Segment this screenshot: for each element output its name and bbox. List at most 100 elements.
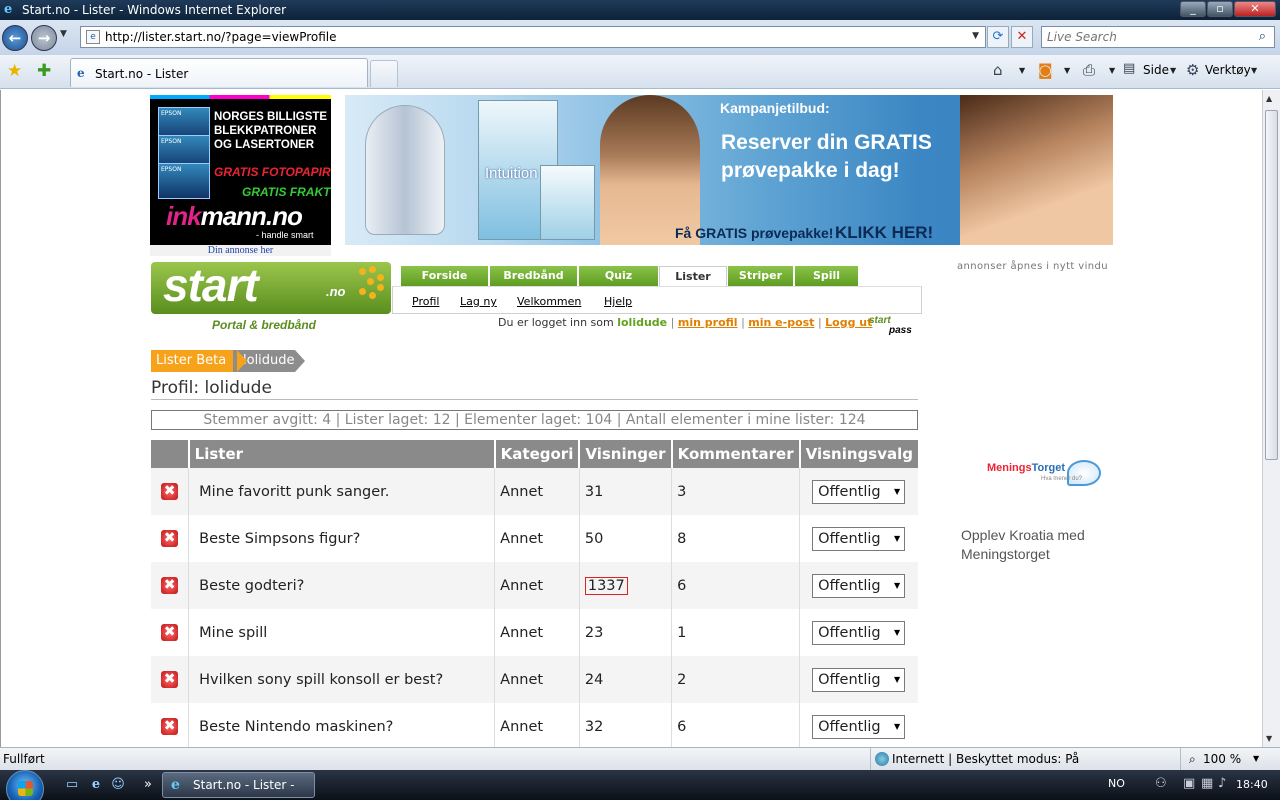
subnav-lag-ny[interactable]: Lag ny bbox=[460, 295, 497, 308]
search-box[interactable]: ⌕ bbox=[1041, 26, 1275, 48]
search-icon[interactable]: ⌕ bbox=[1259, 29, 1266, 44]
delete-icon[interactable]: ✖ bbox=[161, 530, 179, 547]
my-email-link[interactable]: min e-post bbox=[748, 316, 814, 329]
delete-icon[interactable]: ✖ bbox=[161, 483, 179, 500]
delete-icon[interactable]: ✖ bbox=[161, 718, 179, 735]
zoom-control[interactable]: ⌕ 100 % ▼ bbox=[1180, 748, 1280, 770]
address-field[interactable]: e http://lister.start.no/?page=viewProfi… bbox=[80, 26, 986, 48]
tab-quiz[interactable]: Quiz bbox=[579, 266, 659, 286]
visibility-select[interactable]: Offentlig ▼ bbox=[812, 573, 906, 598]
logout-link[interactable]: Logg ut bbox=[825, 316, 872, 329]
search-input[interactable] bbox=[1047, 28, 1247, 46]
logo-dot bbox=[369, 266, 376, 273]
url-text[interactable]: http://lister.start.no/?page=viewProfile bbox=[105, 30, 337, 44]
add-favorite-icon[interactable]: ✚ bbox=[37, 61, 51, 81]
delete-icon[interactable]: ✖ bbox=[161, 624, 179, 641]
stop-button[interactable]: ✕ bbox=[1011, 26, 1033, 48]
tab-bredband[interactable]: Bredbånd bbox=[490, 266, 578, 286]
table-row: ✖ Beste godteri? Annet 1337 6 Offentlig ▼ bbox=[151, 562, 918, 609]
list-name[interactable]: Mine favoritt punk sanger. bbox=[188, 468, 495, 515]
list-category: Annet bbox=[494, 515, 580, 562]
window-titlebar[interactable]: e Start.no - Lister - Windows Internet E… bbox=[0, 0, 1280, 20]
product-box-image-small bbox=[540, 165, 595, 240]
tools-gear-icon[interactable]: ⚙ bbox=[1186, 61, 1199, 79]
visibility-select[interactable]: Offentlig ▼ bbox=[812, 526, 906, 551]
tab-forside[interactable]: Forside bbox=[401, 266, 489, 286]
tools-menu[interactable]: Verktøy bbox=[1205, 63, 1251, 77]
inkmann-ad[interactable]: EPSON EPSON EPSON NORGES BILLIGSTE BLEKK… bbox=[150, 95, 331, 245]
print-dropdown-icon[interactable]: ▼ bbox=[1109, 66, 1115, 75]
minimize-button[interactable]: _ bbox=[1180, 1, 1206, 17]
scroll-thumb[interactable] bbox=[1265, 110, 1278, 460]
list-name[interactable]: Beste godteri? bbox=[188, 562, 495, 609]
network-icon[interactable]: ⚇ bbox=[1155, 776, 1167, 791]
home-icon[interactable]: ⌂ bbox=[993, 61, 1003, 79]
list-category: Annet bbox=[494, 468, 580, 515]
list-name[interactable]: Beste Simpsons figur? bbox=[188, 515, 495, 562]
visibility-select[interactable]: Offentlig ▼ bbox=[812, 667, 906, 692]
list-name[interactable]: Hvilken sony spill konsoll er best? bbox=[188, 656, 495, 703]
meningstorget-logo[interactable]: MeningsTorget bbox=[987, 462, 1065, 474]
volume-icon[interactable]: ♪ bbox=[1218, 776, 1226, 791]
address-dropdown-icon[interactable]: ▼ bbox=[972, 31, 979, 41]
windows-taskbar: ▭ e ☺ » e Start.no - Lister - Wi... NO ⚇… bbox=[0, 770, 1280, 800]
close-button[interactable]: ✕ bbox=[1234, 1, 1276, 17]
scroll-down-icon[interactable]: ▼ bbox=[1266, 734, 1272, 743]
print-icon[interactable]: ⎙ bbox=[1083, 61, 1095, 79]
breadcrumb-root[interactable]: Lister Beta bbox=[151, 350, 247, 372]
start-button[interactable] bbox=[6, 770, 44, 800]
favorites-star-icon[interactable]: ★ bbox=[7, 61, 22, 81]
kroatia-ad-text[interactable]: Opplev Kroatia med Meningstorget bbox=[961, 526, 1111, 564]
security-zone[interactable]: Internett | Beskyttet modus: På bbox=[870, 748, 1180, 770]
back-button[interactable]: ← bbox=[2, 25, 28, 51]
tray-icon[interactable]: ▣ bbox=[1183, 776, 1195, 791]
subnav-profil[interactable]: Profil bbox=[412, 295, 439, 308]
home-dropdown-icon[interactable]: ▼ bbox=[1019, 66, 1025, 75]
list-name[interactable]: Beste Nintendo maskinen? bbox=[188, 703, 495, 747]
delete-icon[interactable]: ✖ bbox=[161, 671, 179, 688]
tab-striper[interactable]: Striper bbox=[728, 266, 794, 286]
tab-lister[interactable]: Lister bbox=[659, 266, 727, 287]
zoom-dropdown-icon[interactable]: ▼ bbox=[1253, 754, 1259, 763]
model-image-right bbox=[960, 95, 1113, 245]
browser-tab[interactable]: e Start.no - Lister bbox=[70, 58, 368, 87]
banner-cta-link[interactable]: KLIKK HER! bbox=[835, 223, 933, 243]
tray-icon-2[interactable]: ▦ bbox=[1201, 776, 1213, 791]
login-status: Du er logget inn som lolidude | min prof… bbox=[498, 316, 873, 329]
visibility-select[interactable]: Offentlig ▼ bbox=[812, 620, 906, 645]
delete-icon[interactable]: ✖ bbox=[161, 577, 179, 594]
messenger-icon[interactable]: ☺ bbox=[110, 777, 126, 793]
ie-quicklaunch-icon[interactable]: e bbox=[88, 777, 104, 793]
forward-button[interactable]: → bbox=[31, 25, 57, 51]
tab-spill[interactable]: Spill bbox=[795, 266, 859, 286]
zoom-level: 100 % bbox=[1203, 752, 1242, 766]
new-tab-button[interactable] bbox=[370, 60, 398, 87]
feeds-icon[interactable]: ◙ bbox=[1038, 61, 1053, 79]
page-menu[interactable]: Side bbox=[1143, 63, 1169, 77]
recent-pages-dropdown-icon[interactable]: ▼ bbox=[60, 29, 67, 39]
visibility-select[interactable]: Offentlig ▼ bbox=[812, 714, 906, 739]
my-profile-link[interactable]: min profil bbox=[678, 316, 738, 329]
page-menu-icon[interactable]: ▤ bbox=[1123, 61, 1135, 76]
taskbar-ie-window[interactable]: e Start.no - Lister - Wi... bbox=[162, 772, 315, 798]
language-indicator[interactable]: NO bbox=[1108, 777, 1125, 790]
subnav-velkommen[interactable]: Velkommen bbox=[517, 295, 581, 308]
start-logo[interactable]: start .no bbox=[151, 262, 391, 314]
maximize-button[interactable]: ▫ bbox=[1207, 1, 1233, 17]
page-dropdown-icon[interactable]: ▼ bbox=[1170, 66, 1176, 75]
logo-tagline: Portal & bredbånd bbox=[211, 318, 316, 332]
scroll-up-icon[interactable]: ▲ bbox=[1266, 94, 1272, 103]
feeds-dropdown-icon[interactable]: ▼ bbox=[1064, 66, 1070, 75]
ad-note-link[interactable]: Din annonse her bbox=[150, 245, 331, 256]
show-desktop-icon[interactable]: ▭ bbox=[64, 777, 80, 793]
list-name[interactable]: Mine spill bbox=[188, 609, 495, 656]
tools-dropdown-icon[interactable]: ▼ bbox=[1251, 66, 1257, 75]
refresh-button[interactable]: ⟳ bbox=[987, 26, 1009, 48]
visibility-select[interactable]: Offentlig ▼ bbox=[812, 479, 906, 504]
vertical-scrollbar[interactable]: ▲ ▼ bbox=[1262, 90, 1280, 747]
gillette-banner-ad[interactable]: Intuition Kampanjetilbud: Reserver din G… bbox=[345, 95, 1113, 245]
subnav-hjelp[interactable]: Hjelp bbox=[604, 295, 632, 308]
list-views: 24 bbox=[578, 656, 672, 703]
clock[interactable]: 18:40 bbox=[1236, 778, 1268, 791]
quicklaunch-more-icon[interactable]: » bbox=[140, 777, 156, 793]
